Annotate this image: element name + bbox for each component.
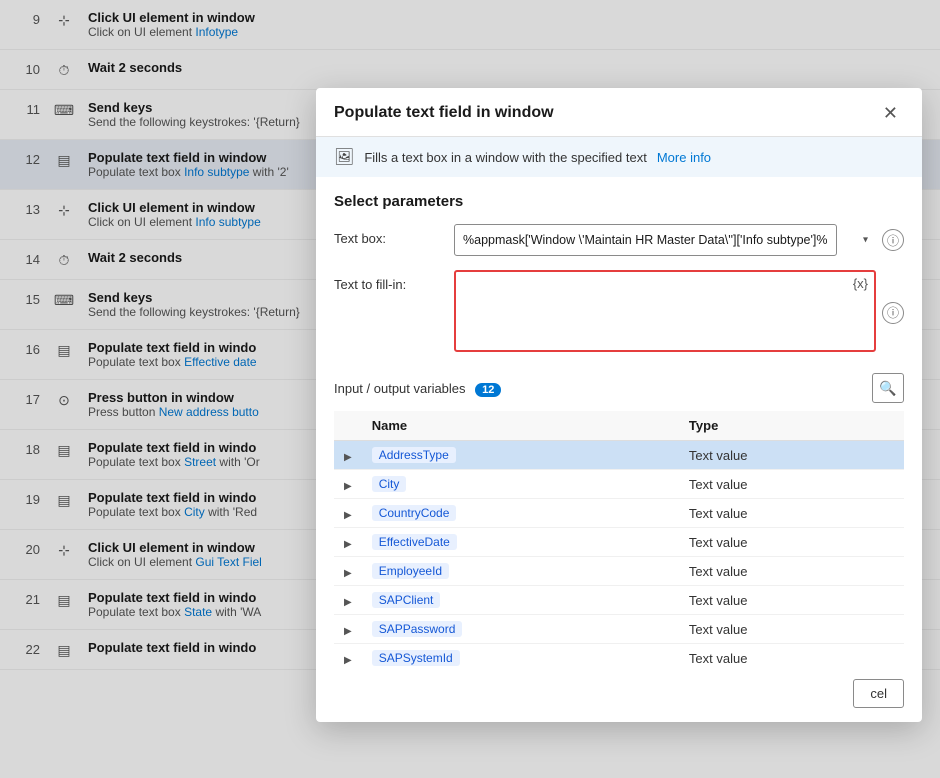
variable-type-cell: Text value bbox=[679, 586, 904, 615]
variable-name-tag[interactable]: SAPClient bbox=[372, 592, 441, 608]
variables-header-row: Name Type bbox=[334, 411, 904, 441]
textbox-row: Text box: %appmask['Window \'Maintain HR… bbox=[334, 224, 904, 256]
chevron-right-icon: ▶ bbox=[344, 597, 352, 608]
variable-type-cell: Text value bbox=[679, 441, 904, 470]
variables-table-scroll: Name Type ▶ AddressType Text value ▶ City Tex… bbox=[334, 411, 904, 671]
variables-header: Input / output variables 12 🔍 bbox=[334, 373, 904, 403]
variable-row[interactable]: ▶ SAPSystemId Text value bbox=[334, 644, 904, 672]
variable-icon[interactable]: {x} bbox=[853, 276, 868, 291]
cancel-button[interactable]: cel bbox=[853, 679, 904, 708]
variable-name-tag[interactable]: SAPSystemId bbox=[372, 650, 460, 666]
variable-name-cell: SAPPassword bbox=[362, 615, 679, 644]
search-icon: 🔍 bbox=[879, 380, 896, 397]
variables-label-wrap: Input / output variables 12 bbox=[334, 381, 501, 396]
variables-table-head: Name Type bbox=[334, 411, 904, 441]
variable-type-cell: Text value bbox=[679, 644, 904, 672]
textfill-wrap: {x} bbox=[454, 270, 876, 355]
section-title: Select parameters bbox=[334, 193, 904, 210]
name-col-header: Name bbox=[362, 411, 679, 441]
modal-dialog: Populate text field in window ✕ 🖼 Fills … bbox=[316, 88, 922, 722]
variable-type-cell: Text value bbox=[679, 470, 904, 499]
textfill-label: Text to fill-in: bbox=[334, 270, 444, 292]
chevron-right-icon: ▶ bbox=[344, 626, 352, 637]
modal-header: Populate text field in window ✕ bbox=[316, 88, 922, 137]
expand-cell[interactable]: ▶ bbox=[334, 528, 362, 557]
textfill-row: Text to fill-in: {x} ⓘ bbox=[334, 270, 904, 355]
variable-type-cell: Text value bbox=[679, 557, 904, 586]
textbox-select-wrapper: %appmask['Window \'Maintain HR Master Da… bbox=[454, 224, 876, 256]
variable-name-tag[interactable]: City bbox=[372, 476, 407, 492]
modal-footer: cel bbox=[316, 671, 922, 722]
variables-table: Name Type ▶ AddressType Text value ▶ City Tex… bbox=[334, 411, 904, 671]
textfill-control: {x} ⓘ bbox=[454, 270, 904, 355]
chevron-right-icon: ▶ bbox=[344, 539, 352, 550]
variable-type-cell: Text value bbox=[679, 528, 904, 557]
variable-type-cell: Text value bbox=[679, 615, 904, 644]
chevron-right-icon: ▶ bbox=[344, 568, 352, 579]
chevron-right-icon: ▶ bbox=[344, 655, 352, 666]
expand-cell[interactable]: ▶ bbox=[334, 644, 362, 672]
chevron-right-icon: ▶ bbox=[344, 510, 352, 521]
search-variables-button[interactable]: 🔍 bbox=[872, 373, 904, 403]
textbox-info-button[interactable]: ⓘ bbox=[882, 229, 904, 251]
textbox-label: Text box: bbox=[334, 224, 444, 246]
variable-row[interactable]: ▶ CountryCode Text value bbox=[334, 499, 904, 528]
textfill-textarea[interactable] bbox=[454, 270, 876, 352]
textbox-select[interactable]: %appmask['Window \'Maintain HR Master Da… bbox=[454, 224, 837, 256]
variable-name-cell: City bbox=[362, 470, 679, 499]
expand-cell[interactable]: ▶ bbox=[334, 499, 362, 528]
variable-row[interactable]: ▶ EmployeeId Text value bbox=[334, 557, 904, 586]
variable-row[interactable]: ▶ SAPClient Text value bbox=[334, 586, 904, 615]
textbox-control: %appmask['Window \'Maintain HR Master Da… bbox=[454, 224, 904, 256]
variables-table-body: ▶ AddressType Text value ▶ City Text value ▶ Co… bbox=[334, 441, 904, 672]
expand-cell[interactable]: ▶ bbox=[334, 586, 362, 615]
modal-info-bar: 🖼 Fills a text box in a window with the … bbox=[316, 137, 922, 177]
variable-name-tag[interactable]: CountryCode bbox=[372, 505, 457, 521]
variable-name-cell: SAPSystemId bbox=[362, 644, 679, 672]
more-info-link[interactable]: More info bbox=[657, 150, 711, 165]
expand-cell[interactable]: ▶ bbox=[334, 615, 362, 644]
info-image-icon: 🖼 bbox=[334, 147, 354, 167]
variable-name-cell: CountryCode bbox=[362, 499, 679, 528]
variable-name-cell: EffectiveDate bbox=[362, 528, 679, 557]
expand-col-header bbox=[334, 411, 362, 441]
expand-cell[interactable]: ▶ bbox=[334, 441, 362, 470]
variables-count-badge: 12 bbox=[475, 383, 501, 397]
variable-row[interactable]: ▶ SAPPassword Text value bbox=[334, 615, 904, 644]
modal-info-text: Fills a text box in a window with the sp… bbox=[364, 150, 647, 165]
variable-name-cell: EmployeeId bbox=[362, 557, 679, 586]
variable-name-cell: AddressType bbox=[362, 441, 679, 470]
variable-name-tag[interactable]: EmployeeId bbox=[372, 563, 449, 579]
variable-name-tag[interactable]: AddressType bbox=[372, 447, 456, 463]
textfill-info-button[interactable]: ⓘ bbox=[882, 302, 904, 324]
variables-label: Input / output variables bbox=[334, 381, 466, 396]
variable-name-tag[interactable]: EffectiveDate bbox=[372, 534, 457, 550]
chevron-right-icon: ▶ bbox=[344, 452, 352, 463]
expand-cell[interactable]: ▶ bbox=[334, 470, 362, 499]
variable-type-cell: Text value bbox=[679, 499, 904, 528]
modal-body: Select parameters Text box: %appmask['Wi… bbox=[316, 177, 922, 369]
variable-row[interactable]: ▶ EffectiveDate Text value bbox=[334, 528, 904, 557]
chevron-right-icon: ▶ bbox=[344, 481, 352, 492]
type-col-header: Type bbox=[679, 411, 904, 441]
chevron-down-icon: ▾ bbox=[863, 235, 868, 246]
variable-name-tag[interactable]: SAPPassword bbox=[372, 621, 463, 637]
modal-close-button[interactable]: ✕ bbox=[877, 102, 904, 124]
variable-row[interactable]: ▶ City Text value bbox=[334, 470, 904, 499]
variable-row[interactable]: ▶ AddressType Text value bbox=[334, 441, 904, 470]
variables-section: Input / output variables 12 🔍 Name Type … bbox=[316, 369, 922, 671]
variable-name-cell: SAPClient bbox=[362, 586, 679, 615]
modal-title: Populate text field in window bbox=[334, 104, 554, 122]
expand-cell[interactable]: ▶ bbox=[334, 557, 362, 586]
